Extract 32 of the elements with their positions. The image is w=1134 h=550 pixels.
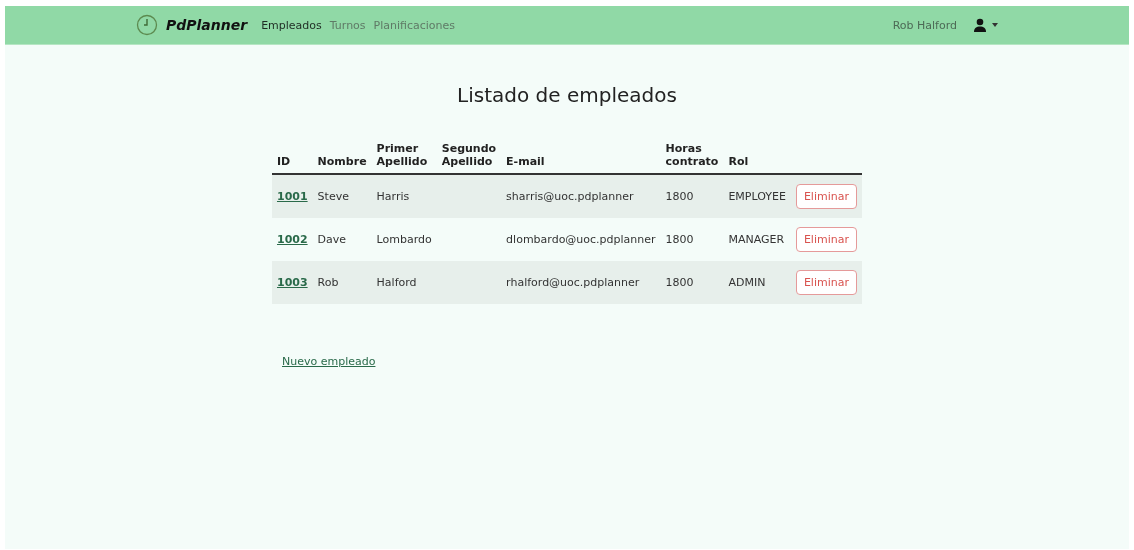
table-cell: rhalford@uoc.pdplanner xyxy=(506,276,640,289)
id-link[interactable]: 1001 xyxy=(277,190,308,203)
id-link[interactable]: 1002 xyxy=(277,233,308,246)
table-cell: Lombardo xyxy=(376,233,432,246)
new-employee-link[interactable]: Nuevo empleado xyxy=(282,355,376,368)
table-cell: Steve xyxy=(317,190,349,203)
table-cell: Dave xyxy=(317,233,347,246)
page-title: Listado de empleados xyxy=(457,83,677,107)
table-cell: Rob xyxy=(317,276,339,289)
clock-icon xyxy=(136,14,158,36)
delete-button[interactable]: Eliminar xyxy=(795,227,857,252)
table-cell: Halford xyxy=(376,276,417,289)
table-cell: 1800 xyxy=(665,276,694,289)
table-cell: dlombardo@uoc.pdplanner xyxy=(506,233,656,246)
user-icon xyxy=(973,18,987,32)
table-cell: 1800 xyxy=(665,190,694,203)
table-cell: ADMIN xyxy=(728,276,766,289)
id-link[interactable]: 1003 xyxy=(277,276,308,289)
table-cell: EMPLOYEE xyxy=(728,190,786,203)
nav-link[interactable]: Empleados xyxy=(261,18,322,32)
table-cell: 1800 xyxy=(665,233,694,246)
nav-link[interactable]: Planificaciones xyxy=(373,18,456,32)
delete-button[interactable]: Eliminar xyxy=(795,270,857,295)
user-name: Rob Halford xyxy=(892,18,957,32)
nav-link[interactable]: Turnos xyxy=(329,18,366,32)
caret-icon xyxy=(992,23,998,27)
user-menu-button[interactable] xyxy=(973,18,998,32)
delete-button[interactable]: Eliminar xyxy=(795,184,857,209)
table-cell: Harris xyxy=(376,190,410,203)
brand[interactable]: PdPlanner xyxy=(166,17,248,33)
table-cell: sharris@uoc.pdplanner xyxy=(506,190,634,203)
table-cell: MANAGER xyxy=(728,233,785,246)
